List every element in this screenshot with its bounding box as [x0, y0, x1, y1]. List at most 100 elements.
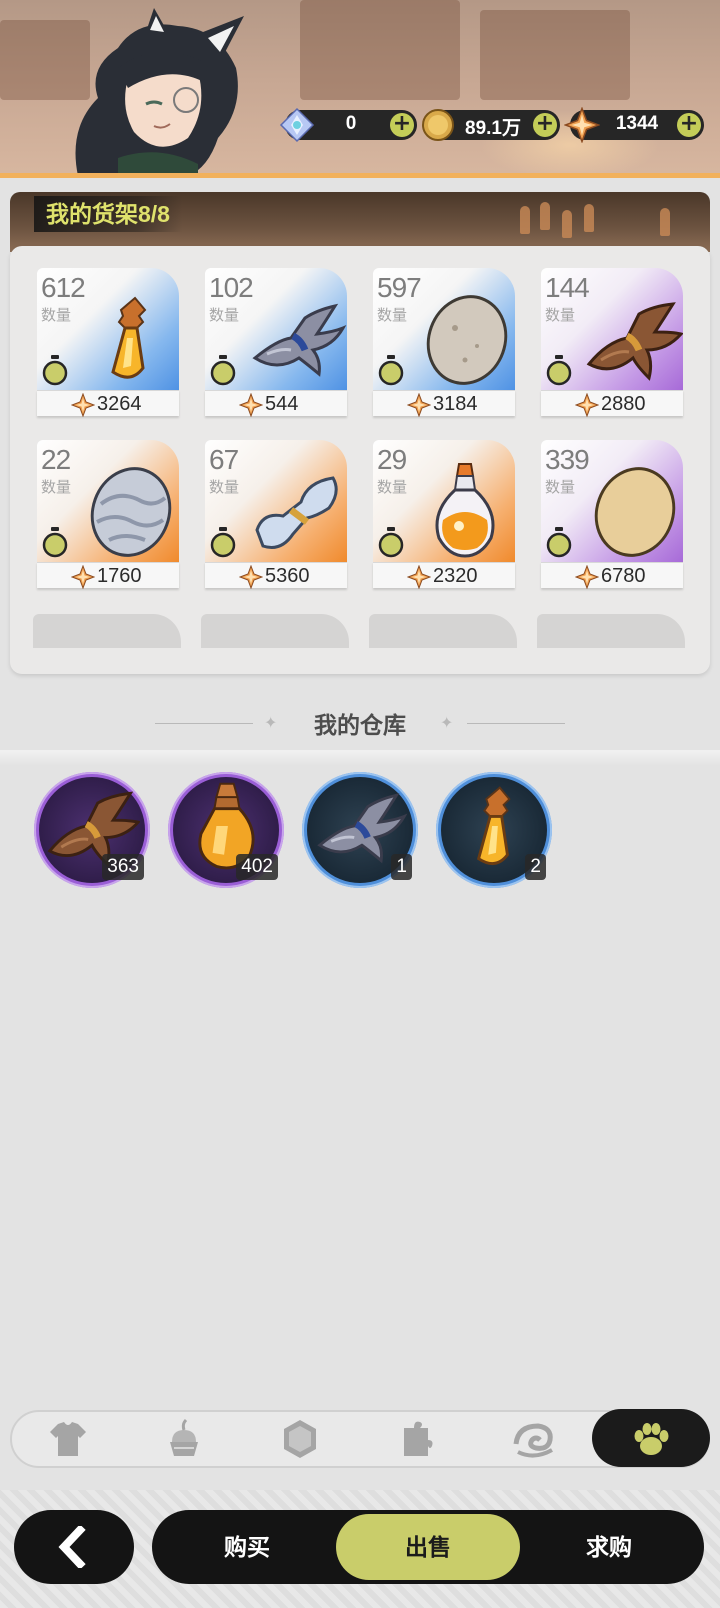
patterned-egg-icon: [79, 460, 179, 560]
warehouse-item[interactable]: 363: [34, 772, 150, 888]
add-crystal-button[interactable]: +: [390, 113, 414, 137]
empty-shelf-slot[interactable]: [537, 614, 685, 648]
item-price: 3184: [373, 390, 515, 416]
star-gem-icon: [239, 393, 263, 417]
quantity-label: 数量: [545, 306, 576, 324]
timer-icon: [209, 526, 237, 558]
timer-icon: [209, 354, 237, 386]
potion-bottle-icon: [79, 288, 179, 388]
buy-tab[interactable]: 购买: [160, 1510, 334, 1584]
item-card: 597 数量: [373, 268, 515, 390]
price-value: 2320: [433, 565, 478, 587]
shelf-slot[interactable]: 597 数量 3184: [373, 268, 515, 418]
timer-icon: [545, 526, 573, 558]
tab-gems[interactable]: [272, 1414, 328, 1464]
quantity-label: 数量: [545, 478, 576, 496]
price-value: 544: [265, 393, 299, 415]
background-shelf: [300, 0, 460, 100]
background-bottle: [584, 204, 594, 232]
item-price: 544: [205, 390, 347, 416]
item-count: 402: [236, 854, 278, 880]
quantity-label: 数量: [377, 306, 408, 324]
tab-desserts[interactable]: [156, 1414, 212, 1464]
star-gem-icon: [71, 393, 95, 417]
item-price: 5360: [205, 562, 347, 588]
gray-egg-icon: [415, 288, 515, 388]
quantity-label: 数量: [377, 478, 408, 496]
item-count: 2: [525, 854, 546, 880]
item-count: 1: [391, 854, 412, 880]
timer-icon: [545, 354, 573, 386]
warehouse-band: [0, 750, 720, 766]
price-value: 1760: [97, 565, 142, 587]
star-gem-icon: [564, 107, 600, 143]
request-tab[interactable]: 求购: [522, 1510, 696, 1584]
item-card: 102 数量: [205, 268, 347, 390]
dessert-icon: [170, 1418, 198, 1456]
tab-clothing[interactable]: [40, 1414, 96, 1464]
empty-shelf-slot[interactable]: [369, 614, 517, 648]
shirt-icon: [50, 1422, 86, 1456]
item-quantity: 22: [41, 444, 71, 475]
sell-tab[interactable]: 出售: [336, 1514, 520, 1580]
warehouse-item[interactable]: 1: [302, 772, 418, 888]
tab-pets[interactable]: [623, 1414, 679, 1464]
warehouse-item[interactable]: 402: [168, 772, 284, 888]
background-bottle: [520, 206, 530, 234]
price-value: 5360: [265, 565, 310, 587]
star-gem-icon: [71, 565, 95, 589]
star-gem-icon: [575, 393, 599, 417]
price-value: 6780: [601, 565, 646, 587]
cloth-bundle-icon: [247, 460, 347, 560]
gem-icon: [284, 1420, 316, 1458]
title-divider-right: [467, 723, 565, 724]
timer-icon: [41, 526, 69, 558]
shelf-slot[interactable]: 22 数量 1760: [37, 440, 179, 590]
star-gem-icon: [575, 565, 599, 589]
item-price: 2320: [373, 562, 515, 588]
item-quantity: 67: [209, 444, 239, 475]
star-gem-icon: [239, 565, 263, 589]
currency-crystal: 0 +: [279, 107, 417, 143]
empty-shelf-slot[interactable]: [201, 614, 349, 648]
star-gem-icon: [407, 393, 431, 417]
shelf-slot[interactable]: 339 数量 6780: [541, 440, 683, 590]
add-star-gem-button[interactable]: +: [677, 113, 701, 137]
item-card: 339 数量: [541, 440, 683, 562]
item-card: 29 数量: [373, 440, 515, 562]
tab-spirits[interactable]: [506, 1414, 562, 1464]
item-count: 363: [102, 854, 144, 880]
warehouse-title: 我的仓库: [314, 712, 406, 738]
gold-amount: 89.1万: [465, 118, 521, 139]
swirl-icon: [513, 1423, 553, 1458]
shelf-header: 我的货架8/8: [10, 192, 710, 252]
add-gold-button[interactable]: +: [533, 113, 557, 137]
warehouse-item[interactable]: 2: [436, 772, 552, 888]
empty-shelf-slot[interactable]: [33, 614, 181, 648]
shelf-slot[interactable]: 144 数量 2880: [541, 268, 683, 418]
quantity-label: 数量: [209, 478, 240, 496]
crystal-icon: [279, 107, 315, 143]
price-value: 2880: [601, 393, 646, 415]
background-bottle: [562, 210, 572, 238]
timer-icon: [377, 354, 405, 386]
item-quantity: 29: [377, 444, 407, 475]
header-banner: [0, 0, 720, 178]
gray-fur-bundle-icon: [247, 288, 347, 388]
item-price: 6780: [541, 562, 683, 588]
shelf-slot[interactable]: 29 数量 2320: [373, 440, 515, 590]
shelf-slot[interactable]: 102 数量 544: [205, 268, 347, 418]
back-button[interactable]: [14, 1510, 134, 1584]
shelf-slot[interactable]: 612 数量 3264: [37, 268, 179, 418]
background-bottle: [540, 202, 550, 230]
item-price: 1760: [37, 562, 179, 588]
header-divider: [0, 173, 720, 178]
item-price: 2880: [541, 390, 683, 416]
brown-fur-bundle-icon: [583, 288, 683, 388]
item-card: 612 数量: [37, 268, 179, 390]
tab-materials[interactable]: [388, 1414, 444, 1464]
item-card: 22 数量: [37, 440, 179, 562]
tan-egg-icon: [583, 460, 683, 560]
shelf-slot[interactable]: 67 数量 5360: [205, 440, 347, 590]
puzzle-icon: [404, 1421, 433, 1456]
